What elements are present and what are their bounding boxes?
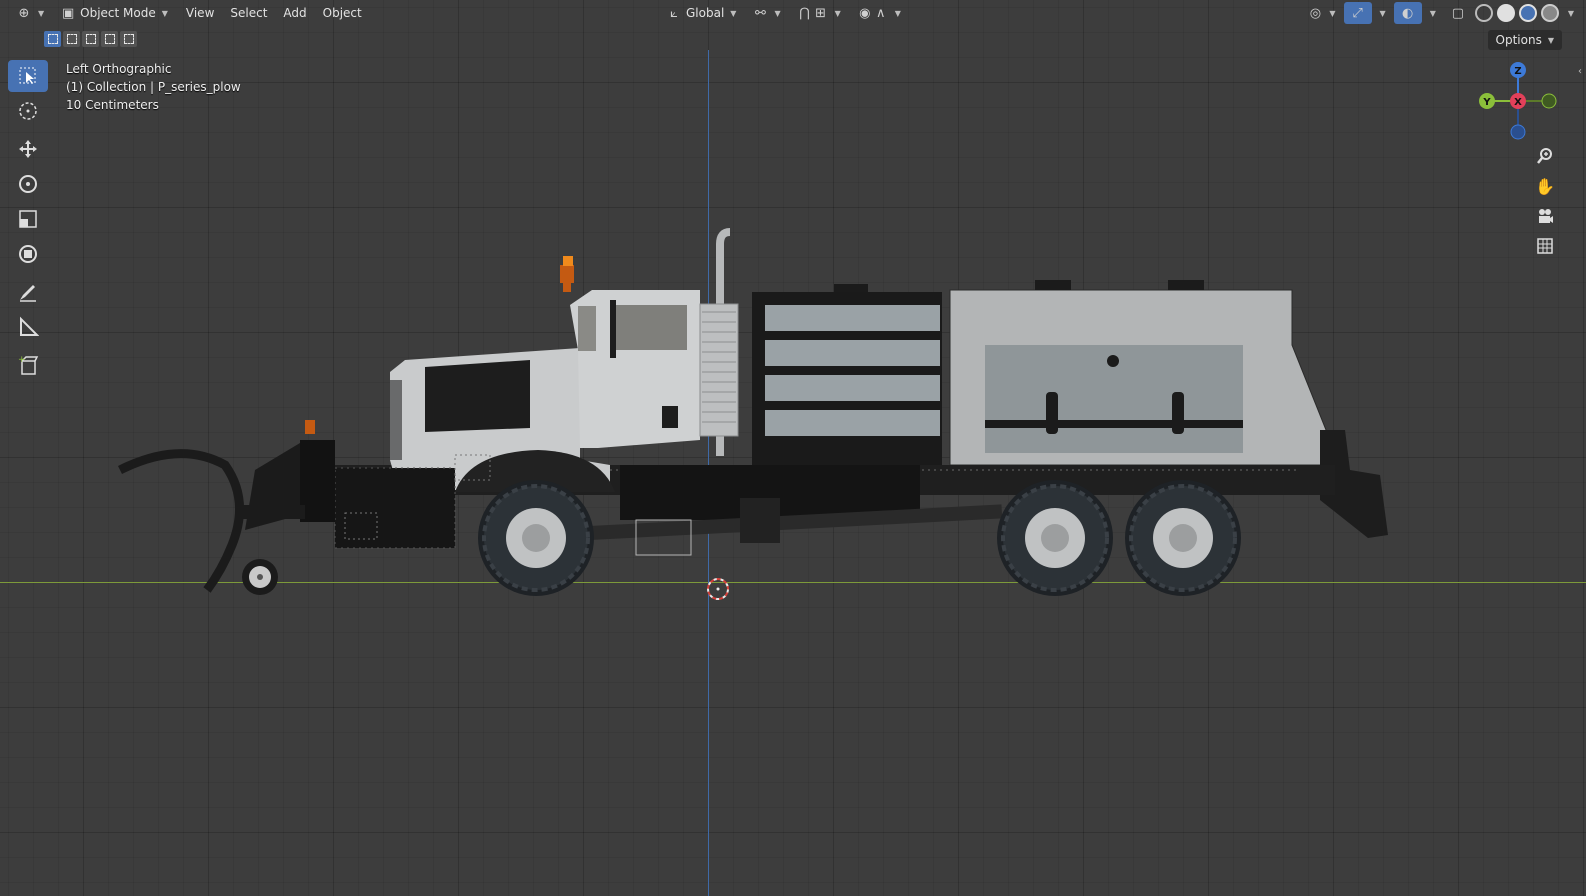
xray-icon: ▢ <box>1451 5 1464 21</box>
move-icon <box>19 140 37 158</box>
hand-icon: ✋ <box>1535 176 1555 196</box>
view-controls: ◎ ▼ ⤢ ▼ ◐ ▼ ▢ ▼ <box>1301 2 1574 24</box>
gizmo-icon: ⤢ <box>1352 5 1363 21</box>
y-axis-label: Y <box>1482 97 1491 108</box>
sidebar-toggle-arrow[interactable]: ‹ <box>1578 66 1582 77</box>
camera-icon <box>1539 209 1553 223</box>
select-extend-button[interactable] <box>63 31 80 47</box>
snap-toggle[interactable]: ⋂ ⊞ ▼ <box>791 2 847 24</box>
tool-shelf: + <box>8 60 48 384</box>
editor-type-icon: ⊕ <box>18 5 30 21</box>
options-label: Options <box>1495 33 1542 47</box>
orientation-dropdown[interactable]: ⟀ Global ▼ <box>660 2 742 24</box>
annotate-tool[interactable] <box>8 276 48 308</box>
overlays-toggle[interactable]: ◐ <box>1393 2 1422 24</box>
proportional-edit-icon: ◉ <box>859 5 871 21</box>
rear-wheel-2 <box>1125 480 1241 596</box>
material-shading-button[interactable] <box>1518 4 1537 22</box>
scale-icon <box>19 210 37 228</box>
viewport-info: Left Orthographic (1) Collection | P_ser… <box>66 60 241 114</box>
transform-controls: ⟀ Global ▼ ⚯ ▼ ⋂ ⊞ ▼ ◉ ∧ ▼ <box>660 2 907 24</box>
transform-tool[interactable] <box>8 238 48 270</box>
svg-text:+: + <box>18 355 26 365</box>
menu-add[interactable]: Add <box>275 2 314 24</box>
select-box-icon <box>19 67 36 84</box>
pivot-dropdown[interactable]: ⚯ ▼ <box>746 2 786 24</box>
grid-icon <box>1537 238 1553 254</box>
cursor-tool[interactable] <box>8 95 48 127</box>
front-wheel <box>478 480 594 596</box>
move-tool[interactable] <box>8 133 48 165</box>
object-mode-icon: ▣ <box>62 5 75 21</box>
menu-select[interactable]: Select <box>222 2 275 24</box>
snap-increment-icon: ⊞ <box>815 5 827 21</box>
add-cube-icon: + <box>18 355 39 375</box>
grid-scale-label: 10 Centimeters <box>66 98 159 112</box>
transform-icon <box>19 245 37 263</box>
projection-toggle-button[interactable] <box>1532 233 1558 259</box>
rotate-icon <box>19 175 37 193</box>
xray-toggle[interactable]: ▢ <box>1444 2 1472 24</box>
rendered-shading-button[interactable] <box>1540 4 1559 22</box>
options-dropdown[interactable]: Options ▼ <box>1487 30 1562 50</box>
x-axis-label: X <box>1514 97 1522 108</box>
select-new-button[interactable] <box>44 31 61 47</box>
zoom-icon <box>1537 148 1552 164</box>
measure-icon <box>20 316 39 336</box>
eye-icon: ◎ <box>1309 5 1322 21</box>
menu-object[interactable]: Object <box>315 2 370 24</box>
measure-tool[interactable] <box>8 311 48 343</box>
editor-type-button[interactable]: ⊕ ▼ <box>10 2 50 24</box>
plow-truck-model[interactable] <box>0 0 1586 896</box>
mode-label: Object Mode <box>80 6 156 20</box>
pan-button[interactable]: ✋ <box>1532 173 1558 199</box>
snap-icon: ⋂ <box>799 5 810 21</box>
gizmo-toggle[interactable]: ⤢ <box>1343 2 1372 24</box>
pivot-icon: ⚯ <box>754 5 766 21</box>
scale-tool[interactable] <box>8 203 48 235</box>
annotate-icon <box>20 285 36 302</box>
z-axis-label: Z <box>1514 66 1521 77</box>
select-subtract-button[interactable] <box>82 31 99 47</box>
falloff-icon: ∧ <box>875 5 886 21</box>
neg-y-axis-ball[interactable] <box>1541 93 1557 109</box>
visibility-dropdown[interactable]: ◎ ▼ <box>1301 2 1341 24</box>
wireframe-shading-button[interactable] <box>1474 4 1493 22</box>
3d-cursor[interactable] <box>707 578 729 600</box>
rear-wheel-1 <box>997 480 1113 596</box>
overlays-icon: ◐ <box>1402 5 1414 21</box>
navigation-gizmo[interactable]: Z Y X <box>1477 60 1559 142</box>
neg-z-axis-ball[interactable] <box>1510 124 1526 140</box>
gizmo-dropdown-caret[interactable]: ▼ <box>1380 9 1386 18</box>
orientation-icon: ⟀ <box>670 5 678 21</box>
shading-dropdown-caret[interactable]: ▼ <box>1568 9 1574 18</box>
collection-label: (1) Collection | P_series_plow <box>66 80 241 94</box>
cursor-icon <box>19 102 37 120</box>
rotate-tool[interactable] <box>8 168 48 200</box>
select-box-tool[interactable] <box>8 60 48 92</box>
plow-blade <box>117 449 245 593</box>
zoom-button[interactable] <box>1532 143 1558 169</box>
camera-view-button[interactable] <box>1532 203 1558 229</box>
select-intersect-button[interactable] <box>120 31 137 47</box>
orientation-label: Global <box>686 6 725 20</box>
add-cube-tool[interactable]: + <box>8 349 48 381</box>
view-name: Left Orthographic <box>66 62 172 76</box>
selection-mode-group <box>44 31 137 47</box>
overlays-dropdown-caret[interactable]: ▼ <box>1430 9 1436 18</box>
proportional-edit-toggle[interactable]: ◉ ∧ ▼ <box>851 2 907 24</box>
solid-shading-button[interactable] <box>1496 4 1515 22</box>
mode-dropdown[interactable]: ▣ Object Mode ▼ <box>54 2 174 24</box>
select-invert-button[interactable] <box>101 31 118 47</box>
menu-view[interactable]: View <box>178 2 222 24</box>
